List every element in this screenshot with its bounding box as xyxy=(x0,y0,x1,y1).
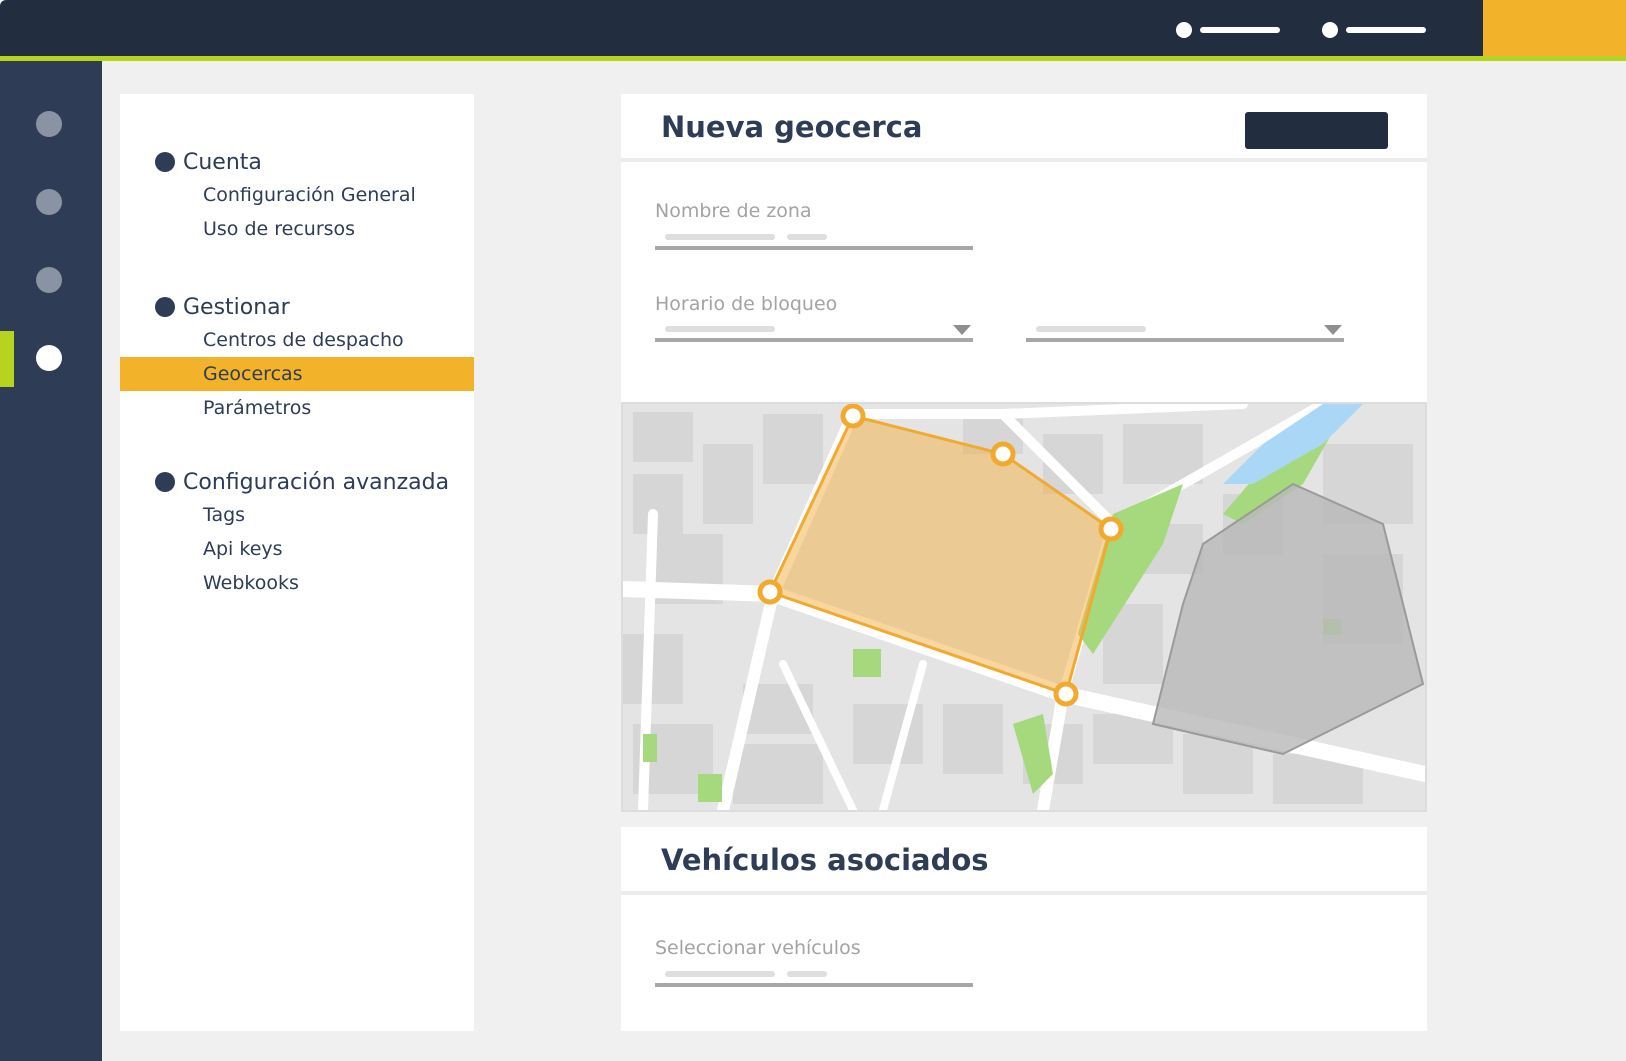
top-bar-action[interactable] xyxy=(1483,0,1626,56)
select-vehicles-input[interactable] xyxy=(655,967,973,991)
card-header: Vehículos asociados xyxy=(621,827,1427,895)
select-vehicles-label: Seleccionar vehículos xyxy=(655,937,861,959)
block-schedule-end-select[interactable] xyxy=(1026,322,1344,346)
section-bullet-icon xyxy=(155,472,175,492)
caret-down-icon xyxy=(953,325,971,335)
geofence-map[interactable] xyxy=(621,402,1427,812)
zone-name-label: Nombre de zona xyxy=(655,200,812,222)
select-underline xyxy=(1026,338,1344,342)
input-value-placeholder xyxy=(665,234,775,240)
menu-item-uso-de-recursos[interactable]: Uso de recursos xyxy=(120,212,474,246)
top-nav-dot-icon xyxy=(1322,22,1338,38)
section-heading[interactable]: Gestionar xyxy=(120,291,474,323)
block-schedule-label: Horario de bloqueo xyxy=(655,293,838,315)
menu-item-webkooks[interactable]: Webkooks xyxy=(120,566,474,600)
section-title: Vehículos asociados xyxy=(661,843,989,877)
caret-down-icon xyxy=(1324,325,1342,335)
top-nav-dot-icon xyxy=(1176,22,1192,38)
app-window: Cuenta Configuración General Uso de recu… xyxy=(0,0,1626,1061)
map-canvas[interactable] xyxy=(623,404,1425,810)
menu-section-configuracion-avanzada: Configuración avanzada Tags Api keys Web… xyxy=(120,466,474,600)
vertex-handle-icon[interactable] xyxy=(1098,516,1124,542)
left-rail xyxy=(0,61,102,1061)
rail-nav-dot-icon[interactable] xyxy=(36,111,62,137)
rail-nav-dot-icon[interactable] xyxy=(36,267,62,293)
rail-active-marker xyxy=(0,331,14,387)
menu-item-parametros[interactable]: Parámetros xyxy=(120,391,474,425)
rail-nav-dot-icon[interactable] xyxy=(36,189,62,215)
vertex-handle-icon[interactable] xyxy=(757,579,783,605)
select-value-placeholder xyxy=(1036,326,1146,332)
section-label: Configuración avanzada xyxy=(183,469,450,495)
block-schedule-start-select[interactable] xyxy=(655,322,973,346)
menu-item-configuracion-general[interactable]: Configuración General xyxy=(120,178,474,212)
select-underline xyxy=(655,338,973,342)
section-heading[interactable]: Cuenta xyxy=(120,146,474,178)
top-nav-item-2[interactable] xyxy=(1322,22,1426,38)
input-underline xyxy=(655,246,973,250)
top-nav-placeholder xyxy=(1346,27,1426,33)
menu-item-centros-de-despacho[interactable]: Centros de despacho xyxy=(120,323,474,357)
section-bullet-icon xyxy=(155,152,175,172)
card-header: Nueva geocerca xyxy=(621,94,1427,162)
input-underline xyxy=(655,983,973,987)
menu-item-tags[interactable]: Tags xyxy=(120,498,474,532)
top-bar xyxy=(0,0,1626,58)
page-title: Nueva geocerca xyxy=(661,110,923,144)
section-label: Cuenta xyxy=(183,149,262,175)
menu-item-geocercas[interactable]: Geocercas xyxy=(120,357,474,391)
rail-nav-dot-icon-active[interactable] xyxy=(36,345,62,371)
vertex-handle-icon[interactable] xyxy=(1053,681,1079,707)
section-heading[interactable]: Configuración avanzada xyxy=(120,466,474,498)
top-nav-placeholder xyxy=(1200,27,1280,33)
save-button[interactable] xyxy=(1245,112,1388,149)
input-value-placeholder xyxy=(787,971,827,977)
input-value-placeholder xyxy=(787,234,827,240)
input-value-placeholder xyxy=(665,971,775,977)
menu-item-api-keys[interactable]: Api keys xyxy=(120,532,474,566)
vertex-handle-icon[interactable] xyxy=(840,404,866,429)
associated-vehicles-card: Vehículos asociados Seleccionar vehículo… xyxy=(621,827,1427,1031)
settings-menu: Cuenta Configuración General Uso de recu… xyxy=(120,94,474,1031)
section-label: Gestionar xyxy=(183,294,290,320)
vertex-handle-icon[interactable] xyxy=(990,441,1016,467)
zone-name-input[interactable] xyxy=(655,230,973,254)
top-nav-item-1[interactable] xyxy=(1176,22,1280,38)
menu-section-gestionar: Gestionar Centros de despacho Geocercas … xyxy=(120,291,474,425)
section-bullet-icon xyxy=(155,297,175,317)
menu-section-cuenta: Cuenta Configuración General Uso de recu… xyxy=(120,146,474,246)
new-geofence-card: Nueva geocerca Nombre de zona Horario de… xyxy=(621,94,1427,402)
select-value-placeholder xyxy=(665,326,775,332)
